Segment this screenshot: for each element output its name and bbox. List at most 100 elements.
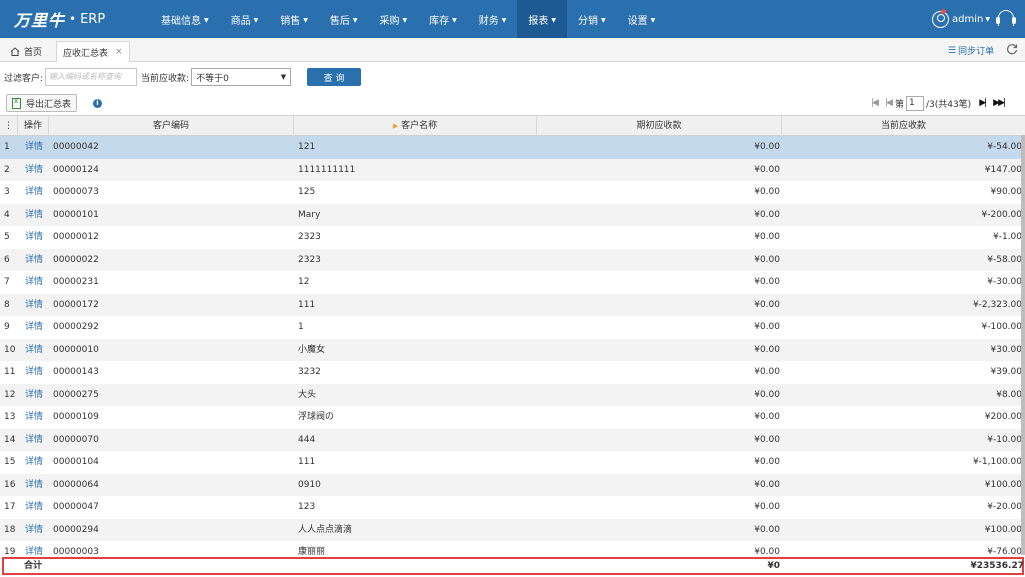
detail-link[interactable]: 详情 xyxy=(25,429,49,452)
detail-link[interactable]: 详情 xyxy=(25,496,49,519)
table-row[interactable]: 17 详情 00000047 123 ¥0.00 ¥-20.00 xyxy=(0,496,1025,519)
table-row[interactable]: 6 详情 00000022 2323 ¥0.00 ¥-58.00 xyxy=(0,248,1025,272)
nav-item[interactable]: 售后 ▼ xyxy=(319,0,369,38)
nav-item[interactable]: 基础信息 ▼ xyxy=(150,0,220,38)
detail-link[interactable]: 详情 xyxy=(25,361,49,384)
total-current: ¥23536.27 xyxy=(970,561,1024,571)
info-icon[interactable]: i xyxy=(93,99,102,108)
customer-code: 00000073 xyxy=(53,187,99,197)
current-ar-select[interactable]: 不等于0 ▼ xyxy=(191,68,292,86)
table-row[interactable]: 11 详情 00000143 3232 ¥0.00 ¥39.00 xyxy=(0,361,1025,384)
table-row[interactable]: 8 详情 00000172 111 ¥0.00 ¥-2,323.00 xyxy=(0,293,1025,317)
table-row[interactable]: 5 详情 00000012 2323 ¥0.00 ¥-1.00 xyxy=(0,226,1025,249)
refresh-icon[interactable] xyxy=(1006,43,1018,55)
detail-link[interactable]: 详情 xyxy=(25,204,49,227)
nav-item[interactable]: 分销 ▼ xyxy=(567,0,617,38)
tab-ar-summary[interactable]: 应收汇总表 × xyxy=(56,41,130,62)
current-ar: ¥100.00 xyxy=(984,479,1022,490)
detail-link[interactable]: 详情 xyxy=(25,316,49,339)
header-opening[interactable]: 期初应收款 xyxy=(537,116,782,136)
table-row[interactable]: 14 详情 00000070 444 ¥0.00 ¥-10.00 xyxy=(0,428,1025,452)
detail-link[interactable]: 详情 xyxy=(25,451,49,474)
row-number: 4 xyxy=(4,209,10,220)
row-number: 18 xyxy=(4,524,16,535)
grid-scrollbar[interactable] xyxy=(1021,135,1025,555)
detail-link[interactable]: 详情 xyxy=(25,159,49,182)
table-row[interactable]: 1 详情 00000042 121 ¥0.00 ¥-54.00 xyxy=(0,136,1025,159)
table-row[interactable]: 10 详情 00000010 小魔女 ¥0.00 ¥30.00 xyxy=(0,338,1025,362)
sync-order-button[interactable]: ☰ 同步订单 xyxy=(948,44,995,58)
tab-ar-summary-label: 应收汇总表 xyxy=(63,48,109,59)
nav-item[interactable]: 商品 ▼ xyxy=(220,0,270,38)
current-ar: ¥-100.00 xyxy=(981,322,1022,332)
header-op: 操作 xyxy=(18,116,49,136)
nav-item[interactable]: 采购 ▼ xyxy=(369,0,419,38)
detail-link[interactable]: 详情 xyxy=(25,271,49,294)
detail-link[interactable]: 详情 xyxy=(25,249,49,272)
opening-ar: ¥0.00 xyxy=(754,277,780,287)
opening-ar: ¥0.00 xyxy=(754,344,780,355)
customer-name: 123 xyxy=(298,502,316,512)
nav-item-label: 基础信息 xyxy=(161,15,201,27)
customer-search-input[interactable]: 输入编码或名称查询 xyxy=(45,68,138,86)
sync-order-label: 同步订单 xyxy=(958,47,995,57)
nav-item[interactable]: 财务 ▼ xyxy=(468,0,518,38)
last-page-icon[interactable]: ▶▶| xyxy=(993,98,1006,108)
chevron-down-icon: ▼ xyxy=(280,73,287,81)
chevron-down-icon: ▼ xyxy=(402,16,408,24)
first-page-icon[interactable]: |◀ xyxy=(871,98,879,108)
next-page-icon[interactable]: ▶| xyxy=(979,98,987,108)
table-row[interactable]: 18 详情 00000294 人人点点滴滴 ¥0.00 ¥100.00 xyxy=(0,518,1025,542)
opening-ar: ¥0.00 xyxy=(754,412,780,422)
table-row[interactable]: 7 详情 00000231 12 ¥0.00 ¥-30.00 xyxy=(0,271,1025,294)
prev-page-icon[interactable]: |◀ xyxy=(885,98,893,108)
current-ar: ¥-2,323.00 xyxy=(972,299,1022,310)
nav-item[interactable]: 销售 ▼ xyxy=(269,0,319,38)
detail-link[interactable]: 详情 xyxy=(25,406,49,429)
customer-code: 00000231 xyxy=(53,277,99,287)
nav-item[interactable]: 设置 ▼ xyxy=(617,0,667,38)
table-row[interactable]: 3 详情 00000073 125 ¥0.00 ¥90.00 xyxy=(0,181,1025,204)
nav-item-label: 分销 xyxy=(578,15,598,27)
table-row[interactable]: 15 详情 00000104 111 ¥0.00 ¥-1,100.00 xyxy=(0,451,1025,474)
grid-toolbar: 导出汇总表 i |◀ |◀ 第 1 /3(共43笔) ▶| ▶▶| xyxy=(0,93,1025,113)
nav-item[interactable]: 报表 ▼ xyxy=(517,0,567,38)
table-row[interactable]: 4 详情 00000101 Mary ¥0.00 ¥-200.00 xyxy=(0,203,1025,227)
nav-item-label: 售后 xyxy=(329,15,350,27)
detail-link[interactable]: 详情 xyxy=(25,474,49,497)
detail-link[interactable]: 详情 xyxy=(25,519,49,542)
table-row[interactable]: 16 详情 00000064 0910 ¥0.00 ¥100.00 xyxy=(0,473,1025,497)
detail-link[interactable]: 详情 xyxy=(25,294,49,317)
customer-code: 00000012 xyxy=(53,232,99,242)
opening-ar: ¥0.00 xyxy=(754,389,780,400)
table-row[interactable]: 2 详情 00000124 1111111111 ¥0.00 ¥147.00 xyxy=(0,158,1025,182)
table-row[interactable]: 13 详情 00000109 浮球阀の ¥0.00 ¥200.00 xyxy=(0,406,1025,429)
header-code[interactable]: 客户编码 xyxy=(49,116,294,136)
detail-link[interactable]: 详情 xyxy=(25,136,49,159)
detail-link[interactable]: 详情 xyxy=(25,384,49,407)
app-logo[interactable]: 万里牛 • ERP xyxy=(14,8,105,30)
customer-name: 2323 xyxy=(298,254,321,265)
detail-link[interactable]: 详情 xyxy=(25,339,49,362)
column-menu-icon[interactable]: ⋮ xyxy=(0,116,18,136)
close-icon[interactable]: × xyxy=(115,47,123,57)
table-row[interactable]: 12 详情 00000275 大头 ¥0.00 ¥8.00 xyxy=(0,383,1025,407)
header-name[interactable]: ▶ 客户名称 xyxy=(294,116,537,136)
detail-link[interactable]: 详情 xyxy=(25,226,49,249)
search-button[interactable]: 查 询 xyxy=(307,68,362,86)
tab-home[interactable]: 首页 xyxy=(4,41,48,62)
customer-code: 00000275 xyxy=(53,389,99,400)
user-menu[interactable]: admin ▼ xyxy=(932,8,990,29)
excel-icon xyxy=(12,97,21,109)
header-current[interactable]: 当前应收款 xyxy=(782,116,1025,136)
customer-service-icon[interactable] xyxy=(996,10,1016,26)
customer-name: 125 xyxy=(298,187,316,197)
current-ar: ¥-30.00 xyxy=(987,277,1022,287)
current-ar-value: 不等于0 xyxy=(196,73,229,84)
page-number-input[interactable]: 1 xyxy=(905,95,924,111)
table-row[interactable]: 9 详情 00000292 1 ¥0.00 ¥-100.00 xyxy=(0,316,1025,339)
export-summary-button[interactable]: 导出汇总表 xyxy=(6,94,78,112)
nav-item[interactable]: 库存 ▼ xyxy=(418,0,468,38)
opening-ar: ¥0.00 xyxy=(754,299,780,310)
detail-link[interactable]: 详情 xyxy=(25,181,49,204)
